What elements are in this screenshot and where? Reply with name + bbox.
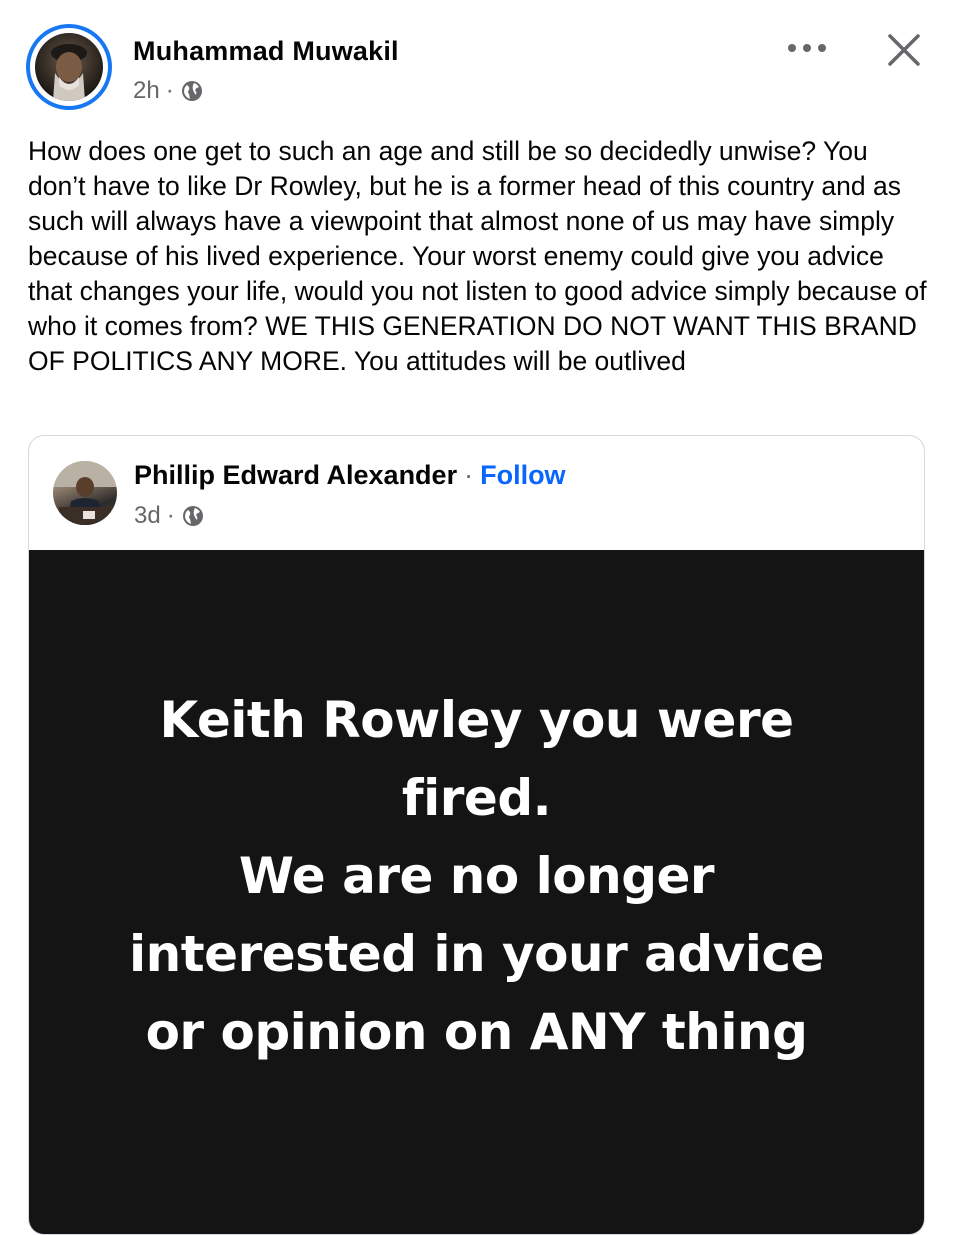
more-horizontal-icon [788, 44, 826, 52]
shared-meta-separator: · [166, 502, 175, 529]
globe-icon [180, 79, 204, 103]
post-body-text: How does one get to such an age and stil… [28, 136, 927, 376]
shared-post-header: Phillip Edward Alexander · Follow 3d · [29, 436, 924, 550]
globe-icon [181, 504, 205, 528]
shared-author-row: Phillip Edward Alexander · Follow [134, 460, 566, 491]
post-meta: 2h · [133, 77, 204, 105]
meta-separator: · [165, 77, 174, 104]
image-text-line: or opinion on ANY thing [145, 1003, 808, 1061]
avatar-photo [51, 44, 87, 101]
follow-button[interactable]: Follow [480, 460, 565, 491]
shared-post-card[interactable]: Phillip Edward Alexander · Follow 3d · K… [28, 435, 925, 1235]
name-separator: · [464, 460, 474, 490]
image-text-line: We are no longer [238, 847, 715, 905]
shared-author-avatar[interactable] [53, 461, 117, 525]
post-header: Muhammad Muwakil 2h · [0, 0, 953, 130]
image-text-line: interested in your advice [129, 925, 824, 983]
image-text-line: Keith Rowley you were [159, 691, 794, 749]
shared-post-time[interactable]: 3d [134, 502, 161, 530]
author-avatar-ring[interactable] [26, 24, 112, 110]
shared-post-meta: 3d · [134, 502, 205, 530]
image-text: Keith Rowley you were fired. We are no l… [29, 681, 924, 1071]
close-icon [888, 34, 920, 66]
more-options-button[interactable] [784, 30, 830, 66]
shared-post-image[interactable]: Keith Rowley you were fired. We are no l… [29, 550, 924, 1234]
image-text-line: fired. [401, 769, 552, 827]
avatar[interactable] [35, 33, 103, 101]
post-time[interactable]: 2h [133, 77, 160, 105]
shared-avatar-photo [53, 461, 117, 525]
close-button[interactable] [882, 28, 926, 72]
author-name[interactable]: Muhammad Muwakil [133, 36, 399, 67]
shared-author-name[interactable]: Phillip Edward Alexander [134, 460, 457, 491]
